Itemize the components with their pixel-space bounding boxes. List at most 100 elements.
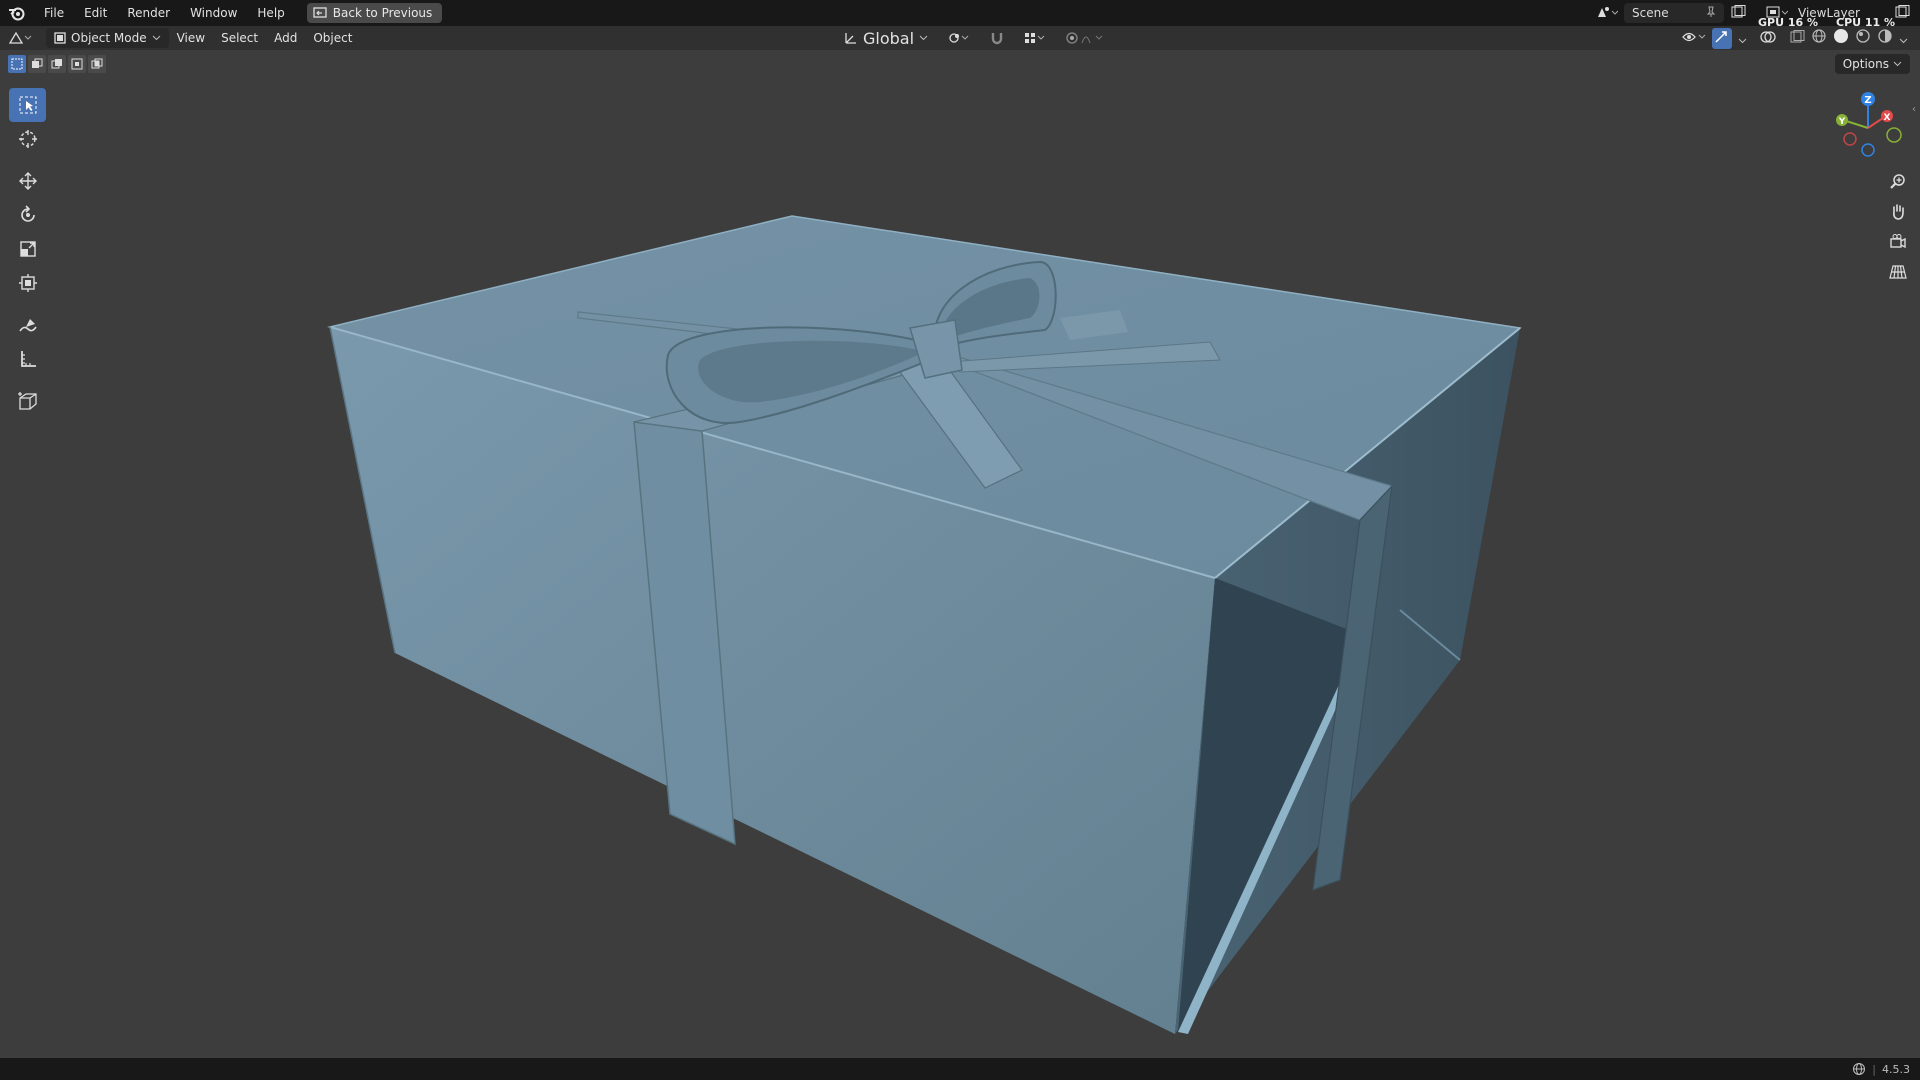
xray-toggle-icon[interactable] — [1789, 29, 1805, 48]
x-axis-label: X — [1884, 113, 1891, 123]
select-intersect-icon — [91, 58, 103, 69]
options-label: Options — [1842, 57, 1889, 71]
select-extend-icon — [32, 58, 43, 68]
rendered-shading-icon[interactable] — [1877, 28, 1893, 48]
select-extend-mode-button[interactable] — [28, 55, 46, 73]
new-scene-icon[interactable] — [1730, 4, 1746, 22]
new-view-layer-icon[interactable] — [1894, 4, 1910, 22]
orientation-axes-icon — [845, 33, 856, 44]
gizmo-dropdown-icon[interactable] — [1738, 29, 1747, 48]
sidebar-collapse-arrow-icon[interactable]: ‹ — [1912, 104, 1920, 118]
select-box-icon — [19, 96, 36, 114]
scene-field[interactable]: Scene — [1624, 3, 1724, 23]
pan-hand-icon — [1893, 204, 1904, 220]
menu-file[interactable]: File — [34, 0, 74, 26]
editor-type-icon — [8, 31, 32, 44]
pan-button[interactable] — [1884, 198, 1912, 226]
chevron-down-icon — [1893, 61, 1902, 67]
scene-name: Scene — [1632, 6, 1669, 20]
orientation-dropdown[interactable]: Global — [836, 28, 936, 48]
viewport-display-tools — [1682, 26, 1908, 50]
z-axis-label: Z — [1864, 95, 1871, 106]
back-to-previous-label: Back to Previous — [332, 6, 433, 20]
wireframe-shading-icon[interactable] — [1811, 28, 1827, 48]
perspective-toggle-button[interactable] — [1884, 258, 1912, 286]
chevron-down-icon — [152, 35, 160, 41]
pin-icon[interactable] — [1706, 6, 1716, 21]
menu-window[interactable]: Window — [180, 0, 247, 26]
view-layer-area: ViewLayer GPU 16 % CPU 11 % — [1758, 0, 1895, 29]
move-tool[interactable] — [9, 164, 46, 198]
rotate-icon — [20, 205, 35, 222]
select-box-tool[interactable] — [9, 88, 46, 122]
visibility-eye-icon[interactable] — [1682, 29, 1706, 48]
grid-icon — [1889, 265, 1907, 279]
overlays-icon[interactable] — [1759, 29, 1777, 48]
shading-options-chevron-icon[interactable] — [1899, 29, 1908, 48]
annotate-tool[interactable] — [9, 308, 46, 342]
annotate-icon — [18, 319, 37, 332]
pivot-point-button[interactable] — [940, 28, 978, 48]
select-intersect-mode-button[interactable] — [88, 55, 106, 73]
neg-z-axis-handle[interactable] — [1861, 143, 1875, 157]
gizmo-toggle-icon[interactable] — [1712, 27, 1732, 49]
tool-shelf — [9, 88, 46, 418]
select-invert-mode-button[interactable] — [68, 55, 86, 73]
top-menu-bar: File Edit Render Window Help Back to Pre… — [0, 0, 1920, 29]
gift-box-object[interactable] — [327, 215, 1522, 1034]
version-label: 4.5.3 — [1882, 1062, 1910, 1076]
object-mode-dropdown[interactable]: Object Mode — [46, 28, 169, 48]
menu-render[interactable]: Render — [117, 0, 180, 26]
3d-viewport[interactable] — [0, 50, 1920, 1058]
neg-x-axis-handle[interactable] — [1843, 132, 1857, 146]
scale-tool[interactable] — [9, 232, 46, 266]
move-icon — [18, 172, 37, 190]
add-cube-tool[interactable] — [9, 384, 46, 418]
camera-icon — [1890, 234, 1906, 249]
solid-shading-icon[interactable] — [1833, 28, 1849, 48]
selection-mode-group — [8, 55, 106, 73]
zoom-icon — [1890, 174, 1905, 189]
zoom-button[interactable] — [1884, 168, 1912, 196]
snap-grid-icon — [1025, 33, 1045, 43]
globe-icon — [1853, 1063, 1866, 1075]
viewport-canvas — [327, 215, 1522, 1034]
blender-logo-icon[interactable] — [0, 0, 34, 26]
editor-type-button[interactable] — [0, 28, 40, 48]
top-right-area: Scene ViewLayer GPU 16 % CPU 11 % — [1596, 0, 1920, 29]
neg-y-axis-handle[interactable] — [1886, 127, 1902, 143]
camera-view-button[interactable] — [1884, 228, 1912, 256]
object-mode-icon — [54, 32, 66, 44]
navigation-gizmo[interactable]: Z X Y — [1828, 88, 1908, 168]
cursor-icon — [18, 130, 37, 148]
menu-select[interactable]: Select — [213, 28, 266, 48]
y-axis-label: Y — [1838, 117, 1846, 127]
menu-edit[interactable]: Edit — [74, 0, 117, 26]
transform-tool[interactable] — [9, 266, 46, 300]
snap-target-dropdown[interactable] — [1016, 28, 1054, 48]
menu-add[interactable]: Add — [266, 28, 305, 48]
select-subtract-mode-button[interactable] — [48, 55, 66, 73]
select-set-mode-button[interactable] — [8, 55, 26, 73]
proportional-edit-icon — [1066, 32, 1103, 44]
snap-toggle[interactable] — [982, 28, 1012, 48]
magnet-icon — [991, 33, 1003, 45]
select-invert-icon — [71, 58, 83, 70]
scene-selector-icon[interactable] — [1596, 5, 1619, 22]
menu-help[interactable]: Help — [247, 0, 294, 26]
rotate-tool[interactable] — [9, 198, 46, 232]
back-to-previous-button[interactable]: Back to Previous — [306, 3, 443, 23]
select-subtract-icon — [51, 59, 62, 69]
material-shading-icon[interactable] — [1855, 28, 1871, 48]
menu-view[interactable]: View — [169, 28, 213, 48]
options-dropdown[interactable]: Options — [1834, 54, 1910, 74]
proportional-edit-toggle[interactable] — [1058, 28, 1114, 48]
measure-tool[interactable] — [9, 342, 46, 376]
transform-icon — [18, 274, 37, 292]
transform-tools: Global — [836, 26, 1114, 50]
select-set-icon — [11, 58, 23, 70]
orientation-label: Global — [863, 28, 915, 48]
cursor-tool[interactable] — [9, 122, 46, 156]
menu-object[interactable]: Object — [305, 28, 360, 48]
status-bar: | 4.5.3 — [0, 1058, 1920, 1080]
